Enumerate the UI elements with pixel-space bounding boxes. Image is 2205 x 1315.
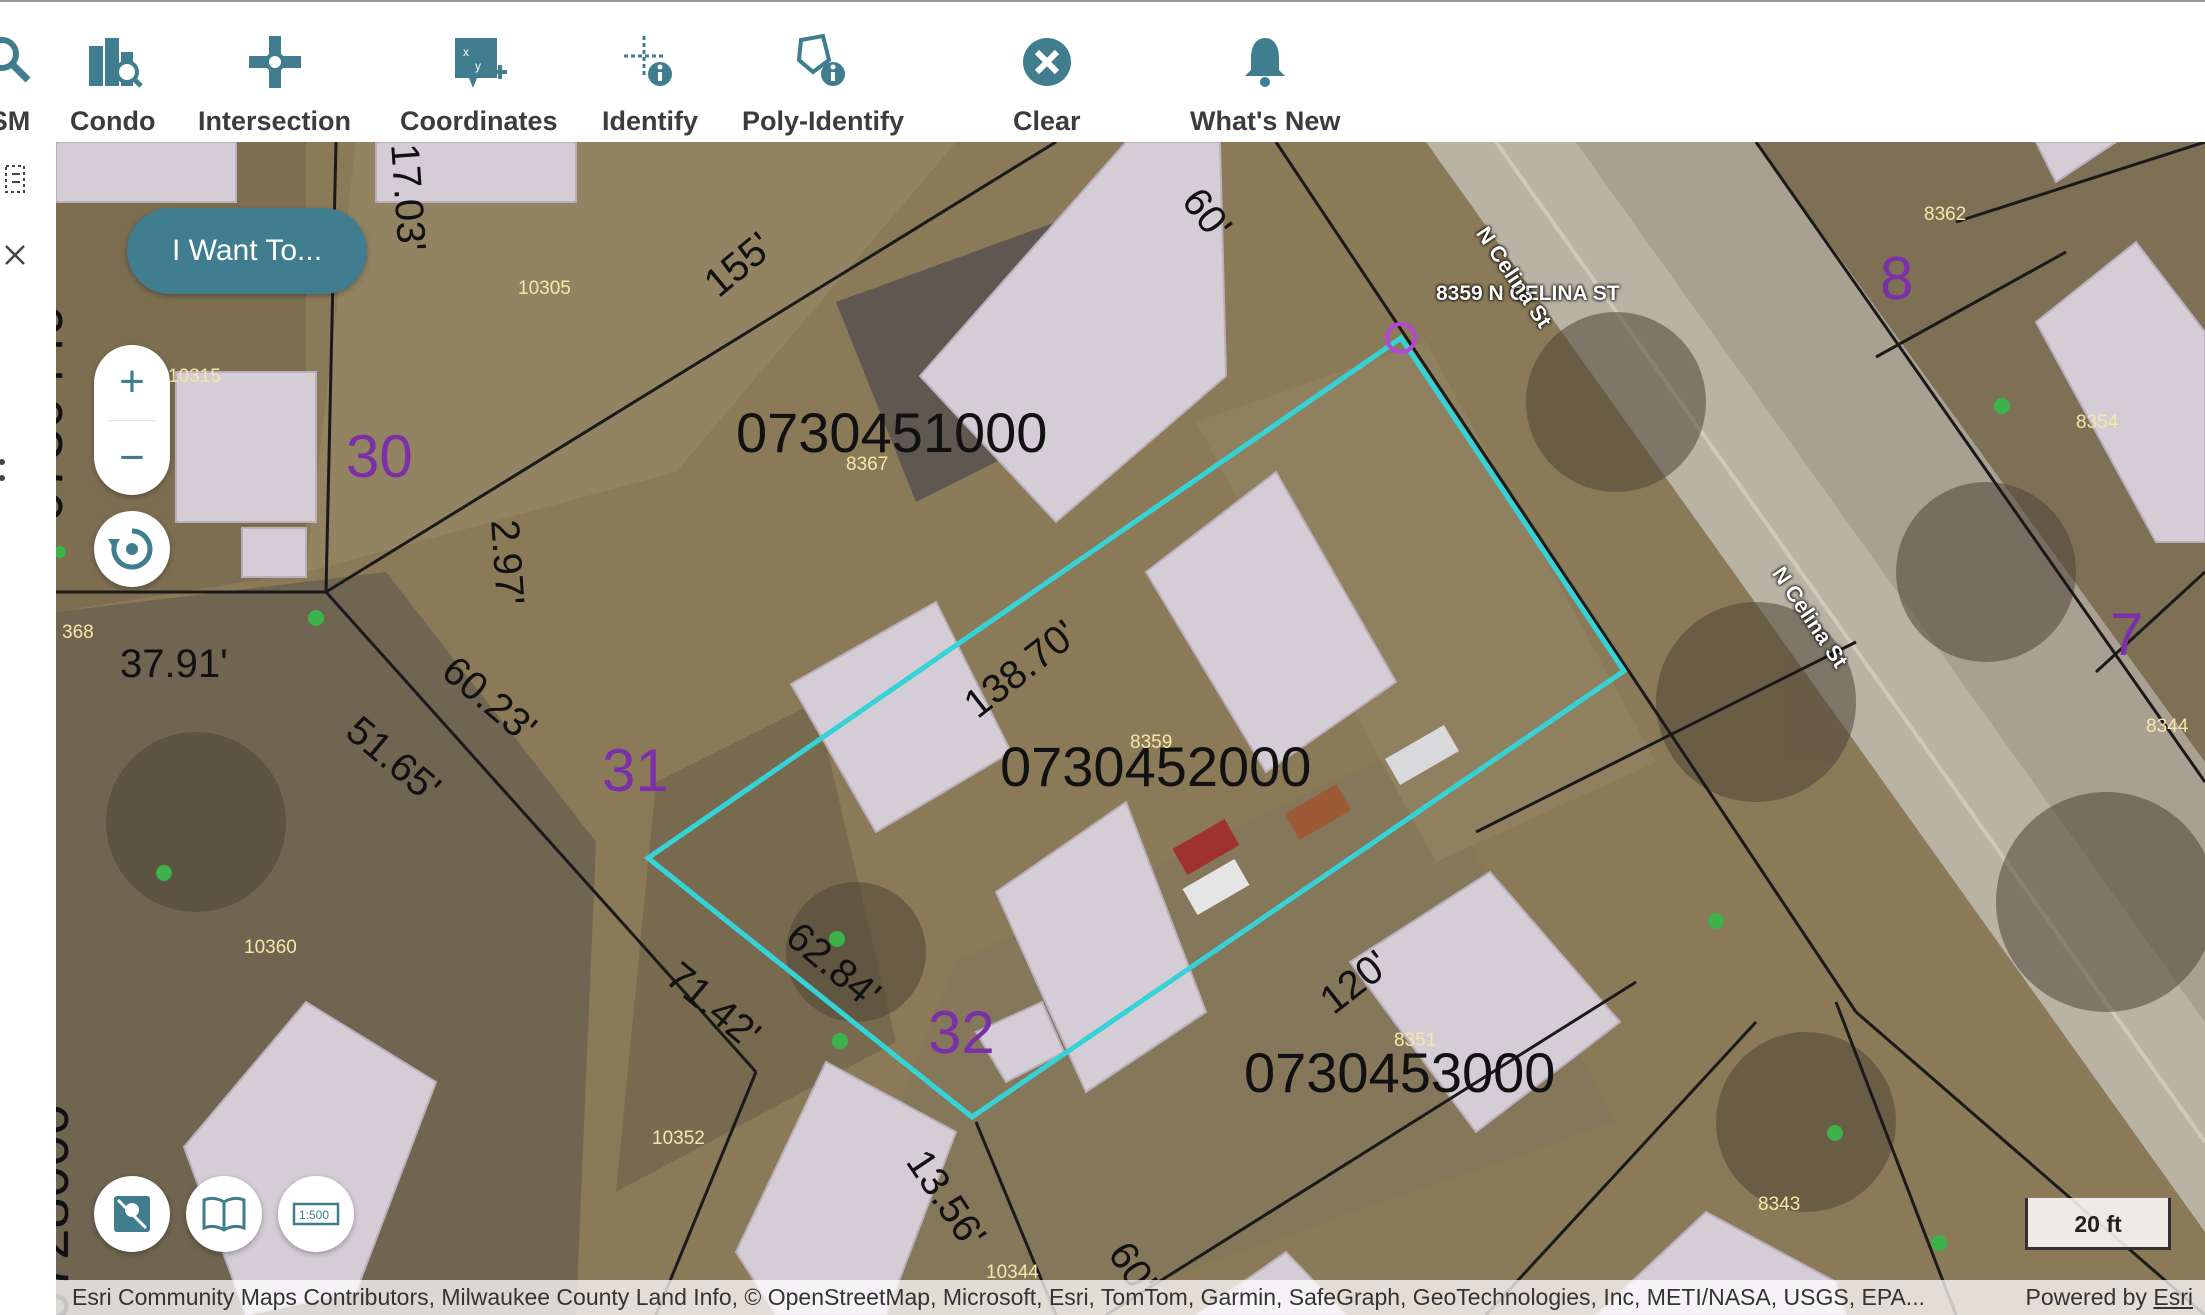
condo-search-icon xyxy=(88,38,143,88)
clear-icon xyxy=(1022,38,1071,86)
svg-text:1:500: 1:500 xyxy=(299,1208,329,1222)
powered-by: Powered by Esri xyxy=(2026,1280,2193,1315)
map-canvas[interactable] xyxy=(56,142,2205,1315)
search-map-icon xyxy=(0,37,31,83)
rotate-reset-button[interactable] xyxy=(94,511,170,587)
condo-tool[interactable]: Condo xyxy=(70,32,155,137)
book-icon xyxy=(202,1196,246,1232)
clear-selection-tool[interactable]: Clear xyxy=(1013,32,1081,137)
close-icon[interactable] xyxy=(5,245,25,265)
attribution-text: Esri Community Maps Contributors, Milwau… xyxy=(72,1284,1925,1310)
coordinates-tool[interactable]: x y Coordinates xyxy=(400,32,558,137)
esri-link[interactable]: Esri xyxy=(2153,1284,2193,1310)
scale-bar: 20 ft xyxy=(2025,1198,2171,1250)
identify-icon xyxy=(624,36,672,86)
scale-button[interactable]: 1:500 xyxy=(278,1176,354,1252)
toolbar: SM Condo Intersection x y Coordinates xyxy=(0,0,2205,142)
coordinates-icon: x y xyxy=(454,38,507,88)
map-pin-icon xyxy=(114,1196,150,1232)
identify-tool[interactable]: Identify xyxy=(602,32,698,137)
powered-by-text: Powered by xyxy=(2025,1284,2147,1310)
poly-identify-tool[interactable]: Poly-Identify xyxy=(742,32,904,137)
map-view[interactable]: 0730451000 0730452000 0730453000 0730449… xyxy=(56,142,2205,1315)
zoom-in-button[interactable]: + xyxy=(94,345,170,419)
zoom-out-button[interactable]: − xyxy=(94,421,170,495)
rotate-icon xyxy=(108,528,153,570)
intersection-tool[interactable]: Intersection xyxy=(198,32,351,137)
svg-text:y: y xyxy=(475,59,481,73)
search-map-tool[interactable]: SM xyxy=(0,32,40,137)
intersection-icon xyxy=(248,36,301,88)
side-panel xyxy=(0,142,56,1315)
bookmarks-button[interactable] xyxy=(186,1176,262,1252)
bell-icon xyxy=(1245,38,1286,87)
i-want-to-button[interactable]: I Want To... xyxy=(127,208,367,294)
side-panel-controls xyxy=(0,165,25,481)
map-location-button[interactable] xyxy=(94,1176,170,1252)
poly-identify-icon xyxy=(796,33,845,86)
attribution-bar: Esri Community Maps Contributors, Milwau… xyxy=(56,1280,2205,1315)
scale-icon: 1:500 xyxy=(292,1202,340,1226)
svg-text:x: x xyxy=(463,45,469,59)
more-icon[interactable] xyxy=(0,459,5,481)
layers-icon[interactable] xyxy=(5,165,25,193)
whats-new-tool[interactable]: What's New xyxy=(1190,32,1340,137)
zoom-control: + − xyxy=(94,345,170,495)
